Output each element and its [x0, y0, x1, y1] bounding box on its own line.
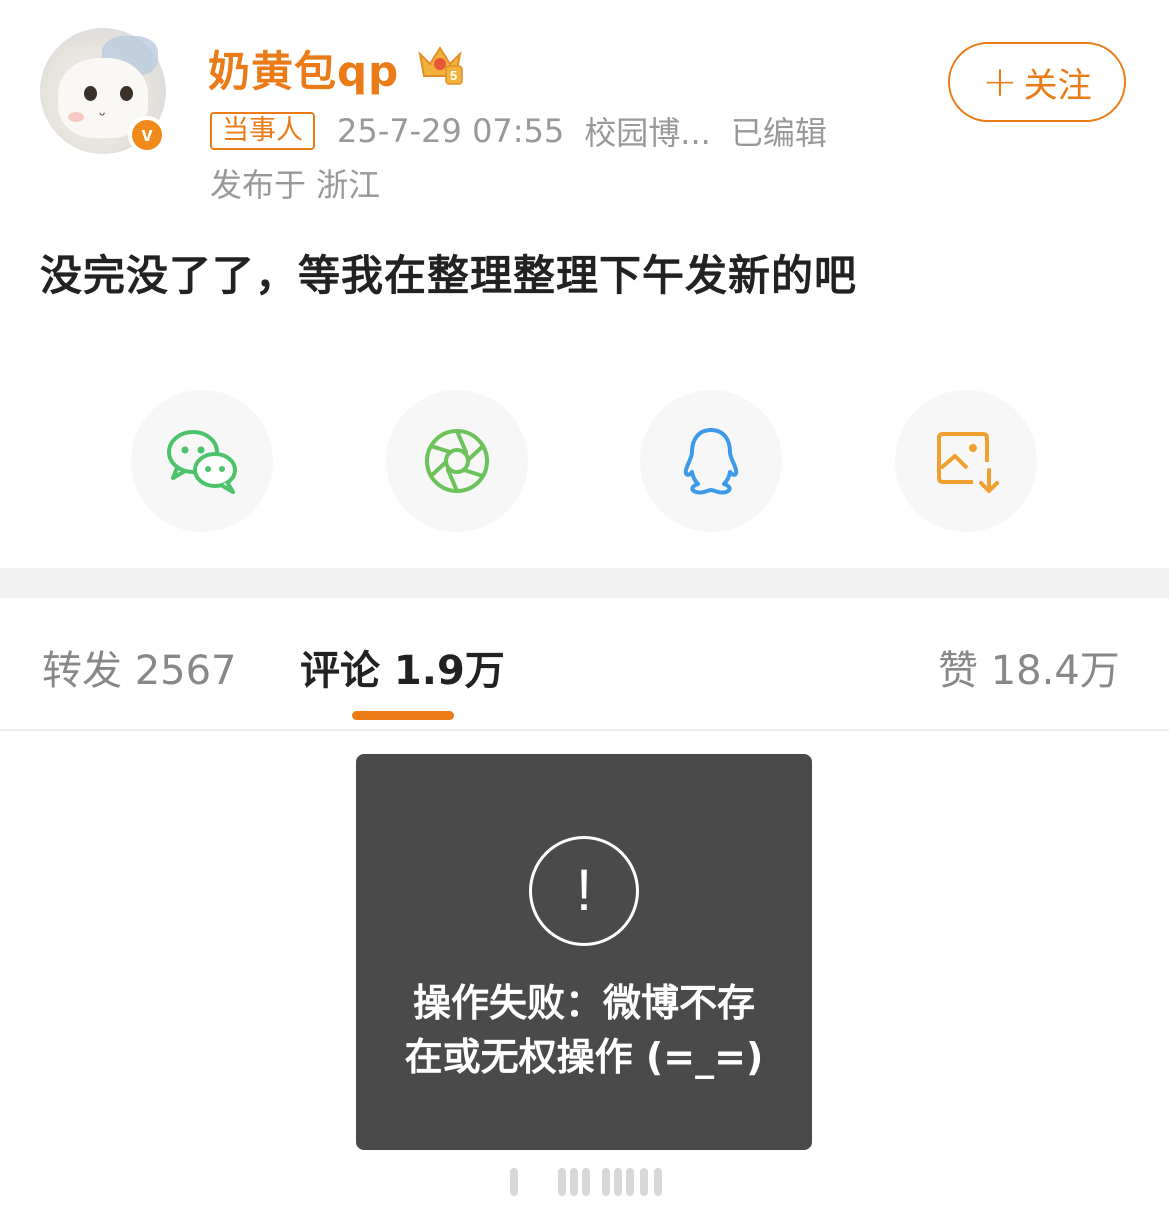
wechat-icon — [167, 430, 237, 494]
crown-icon: 5 — [418, 46, 463, 85]
username[interactable]: 奶黄包qp — [208, 38, 399, 99]
svg-text:5: 5 — [450, 68, 457, 83]
active-tab-indicator — [352, 711, 454, 720]
post-time: 25-7-29 07:55 — [337, 112, 565, 150]
save-image-button[interactable] — [895, 390, 1037, 532]
tab-comment[interactable]: 评论 1.9万 — [300, 638, 505, 696]
alert-icon: ! — [529, 836, 639, 946]
follow-label: 关注 — [1023, 65, 1092, 106]
avatar-eye-right — [120, 86, 133, 101]
tab-like[interactable]: 赞 18.4万 — [938, 638, 1120, 696]
follow-button[interactable]: + 关注 — [948, 42, 1126, 122]
post-text: 没完没了了，等我在整理整理下午发新的吧 — [40, 251, 858, 300]
verified-badge-icon: v — [128, 116, 166, 154]
plus-icon: + — [982, 57, 1018, 106]
post-meta: 当事人 25-7-29 07:55 校园博... 已编辑 — [210, 108, 827, 154]
avatar-blush — [68, 112, 84, 122]
edited-label[interactable]: 已编辑 — [731, 108, 827, 154]
avatar-mouth: ᵕ — [99, 106, 106, 125]
share-moments-button[interactable] — [386, 390, 528, 532]
save-image-icon — [937, 432, 999, 493]
toast-message-line1: 操作失败：微博不存 — [412, 981, 755, 1025]
tab-repost[interactable]: 转发 2567 — [42, 638, 237, 696]
moments-icon — [425, 429, 489, 493]
share-qq-button[interactable] — [640, 390, 782, 532]
post-source[interactable]: 校园博... — [584, 108, 711, 154]
toast-message: 操作失败：微博不存 在或无权操作 (=_=) — [386, 976, 782, 1084]
avatar-eye-left — [84, 86, 97, 101]
loading-indicator — [506, 1164, 670, 1200]
qq-icon — [683, 428, 739, 495]
share-wechat-button[interactable] — [131, 390, 273, 532]
section-divider — [0, 568, 1169, 598]
tab-divider — [0, 729, 1169, 731]
involved-party-tag: 当事人 — [210, 112, 315, 150]
error-toast: ! 操作失败：微博不存 在或无权操作 (=_=) — [356, 754, 812, 1150]
toast-message-line2: 在或无权操作 (=_=) — [404, 1035, 764, 1079]
post-location: 发布于 浙江 — [210, 166, 381, 204]
